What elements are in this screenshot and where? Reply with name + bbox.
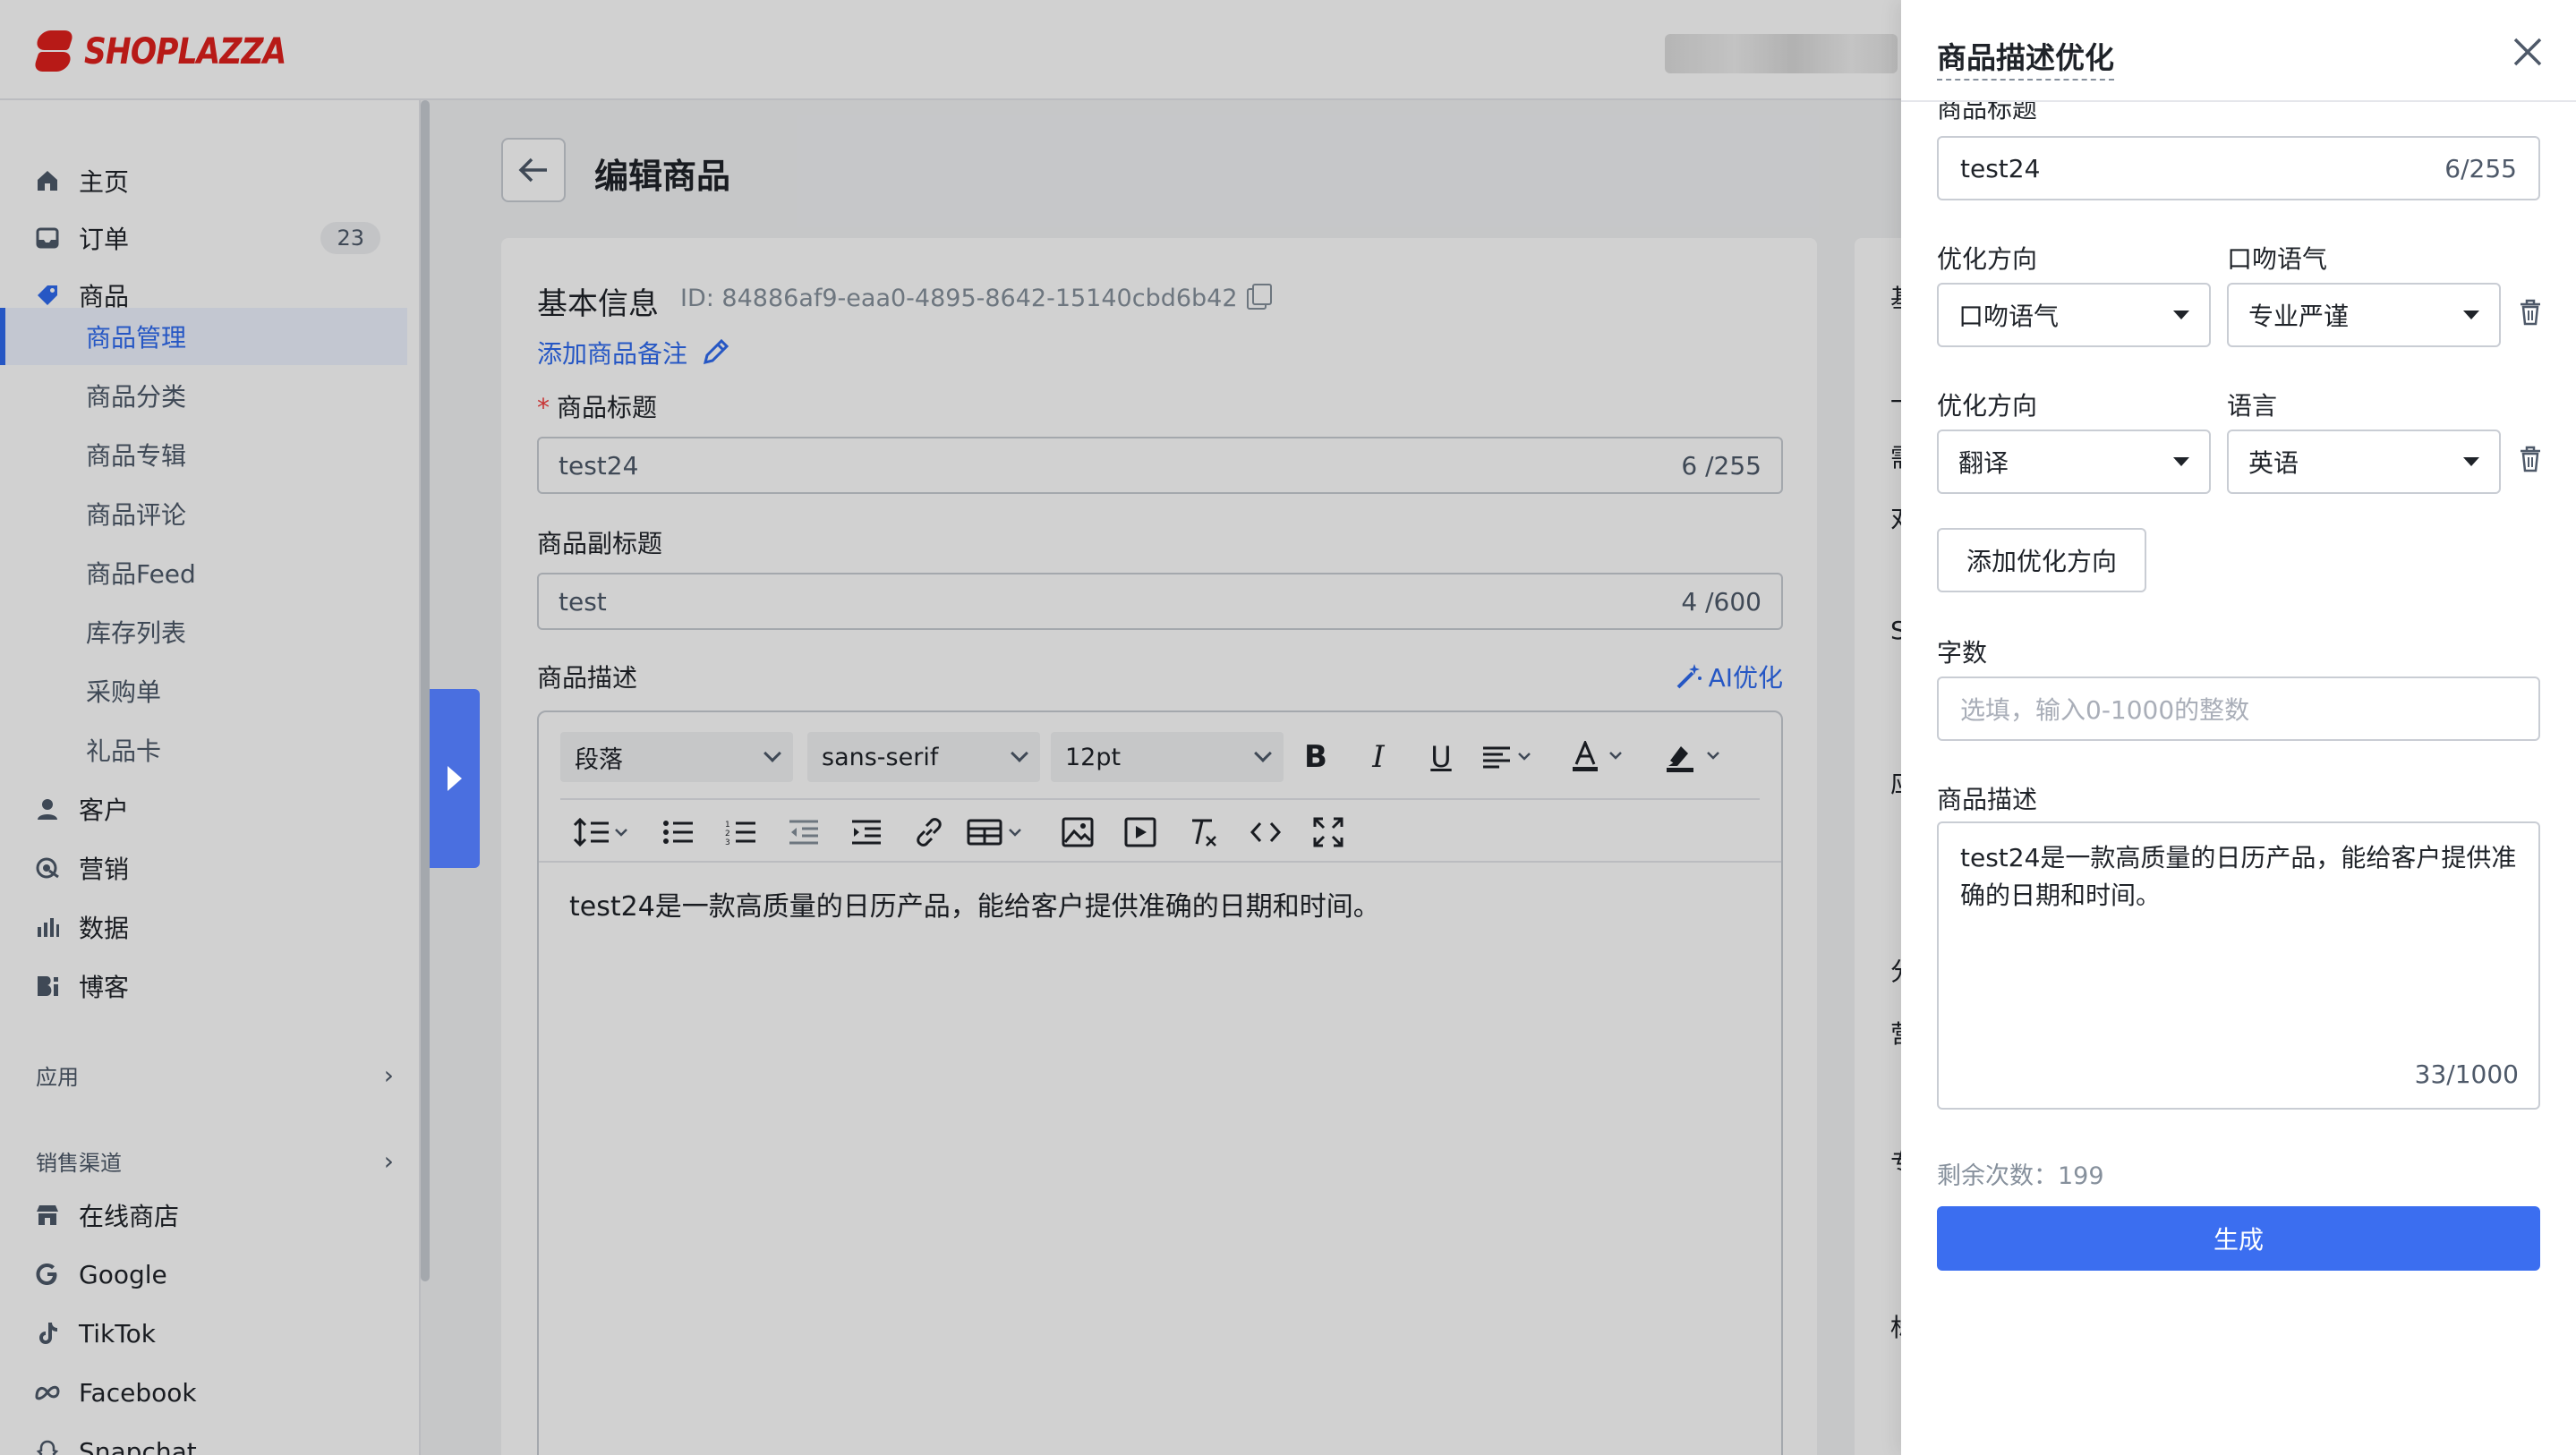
direction-select-1[interactable]: 口吻语气 bbox=[1937, 283, 2211, 347]
drawer-desc-count: 33/1000 bbox=[2414, 1059, 2519, 1089]
caret-down-icon bbox=[2173, 457, 2189, 466]
caret-down-icon bbox=[2463, 311, 2479, 319]
drawer-title-input[interactable]: test24 6/255 bbox=[1937, 136, 2540, 200]
word-count-label: 字数 bbox=[1937, 638, 1988, 668]
language-select[interactable]: 英语 bbox=[2227, 430, 2501, 494]
drawer-title-count: 6/255 bbox=[2444, 153, 2517, 183]
drawer-header: 商品描述优化 bbox=[1901, 0, 2576, 102]
direction-label-1: 优化方向 bbox=[1937, 244, 2038, 274]
remaining-count: 剩余次数：199 bbox=[1937, 1162, 2104, 1190]
word-count-input[interactable]: 选填，输入0-1000的整数 bbox=[1937, 676, 2540, 741]
add-direction-button[interactable]: 添加优化方向 bbox=[1937, 528, 2146, 592]
delete-row-1-trash-icon[interactable] bbox=[2519, 299, 2542, 326]
close-icon[interactable] bbox=[2510, 34, 2546, 70]
caret-down-icon bbox=[2463, 457, 2479, 466]
generate-button[interactable]: 生成 bbox=[1937, 1206, 2540, 1271]
direction-select-2[interactable]: 翻译 bbox=[1937, 430, 2211, 494]
direction-label-2: 优化方向 bbox=[1937, 391, 2038, 421]
play-right-icon bbox=[448, 766, 462, 791]
drawer-desc-textarea[interactable]: test24是一款高质量的日历产品，能给客户提供准确的日期和时间。 33/100… bbox=[1937, 821, 2540, 1110]
tone-select[interactable]: 专业严谨 bbox=[2227, 283, 2501, 347]
drawer-desc-value: test24是一款高质量的日历产品，能给客户提供准确的日期和时间。 bbox=[1960, 843, 2517, 910]
drawer-title: 商品描述优化 bbox=[1937, 34, 2114, 81]
drawer-desc-label: 商品描述 bbox=[1937, 785, 2038, 814]
word-count-placeholder: 选填，输入0-1000的整数 bbox=[1960, 695, 2250, 725]
tone-label: 口吻语气 bbox=[2227, 244, 2328, 274]
delete-row-2-trash-icon[interactable] bbox=[2519, 446, 2542, 472]
caret-down-icon bbox=[2173, 311, 2189, 319]
collapse-handle[interactable] bbox=[430, 689, 480, 868]
language-label: 语言 bbox=[2227, 391, 2278, 421]
modal-overlay[interactable] bbox=[0, 0, 1901, 1455]
description-optimize-drawer: 商品描述优化 商品标题 test24 6/255 优化方向 口吻语气 口吻语气 … bbox=[1901, 0, 2576, 1455]
drawer-title-value: test24 bbox=[1960, 153, 2041, 183]
